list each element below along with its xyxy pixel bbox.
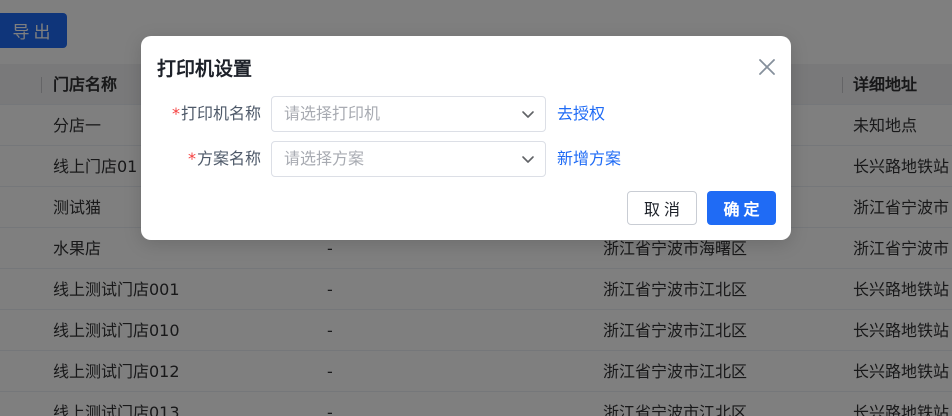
authorize-link[interactable]: 去授权 [557,96,605,132]
printer-select-placeholder: 请选择打印机 [284,104,381,123]
scheme-name-label: *方案名称 [187,149,261,168]
chevron-down-icon [522,111,534,118]
dialog-title: 打印机设置 [157,58,253,80]
form-row-printer: *打印机名称 请选择打印机 去授权 [141,96,791,132]
form-row-scheme: *方案名称 请选择方案 新增方案 [141,141,791,177]
scheme-select[interactable]: 请选择方案 [271,141,546,177]
printer-name-label: *打印机名称 [171,104,261,123]
confirm-button[interactable]: 确定 [707,191,776,225]
scheme-select-placeholder: 请选择方案 [284,149,365,168]
required-mark: * [187,149,196,168]
cancel-button[interactable]: 取消 [627,191,697,225]
close-icon[interactable] [755,55,779,79]
add-scheme-link[interactable]: 新增方案 [557,141,621,177]
printer-select[interactable]: 请选择打印机 [271,96,546,132]
chevron-down-icon [522,156,534,163]
printer-settings-dialog: 打印机设置 *打印机名称 请选择打印机 去授权 *方案名称 请选择方案 新增方案… [141,36,791,240]
required-mark: * [171,104,180,123]
